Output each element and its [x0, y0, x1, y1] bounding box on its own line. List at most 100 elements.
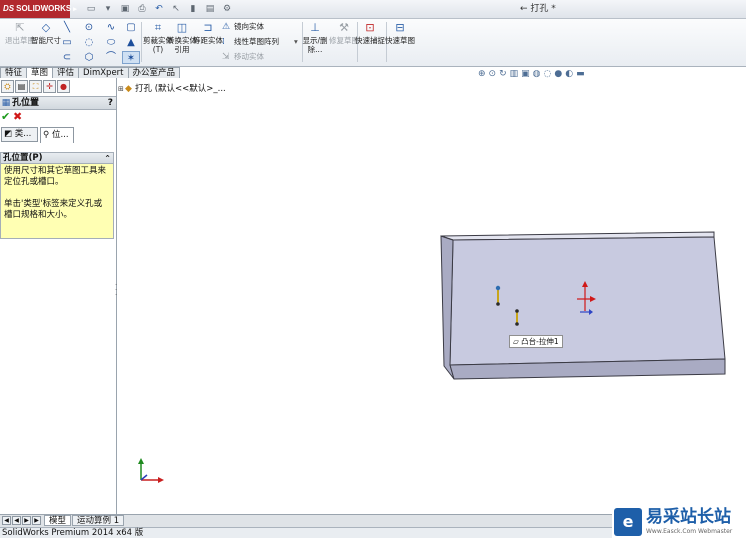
polygon-icon[interactable]: ⬡ — [80, 51, 98, 64]
plate-top-face[interactable] — [449, 236, 726, 366]
help-text-1: 使用尺寸和其它草图工具来定位孔或槽口。 — [4, 166, 107, 187]
next-tab-icon[interactable]: ▶ — [22, 516, 31, 525]
first-tab-icon[interactable]: ◀ — [2, 516, 11, 525]
print-icon[interactable]: ⎙ — [135, 2, 149, 16]
watermark-title: 易采站长站 — [646, 507, 731, 527]
line-icon[interactable]: ╲ — [58, 21, 76, 34]
property-manager-icon[interactable]: ▤ — [15, 80, 28, 93]
last-tab-icon[interactable]: ▶ — [32, 516, 41, 525]
pattern-icon: ⁞ — [222, 37, 225, 47]
point-icon[interactable]: ✶ — [122, 51, 140, 64]
mirror-entities-button[interactable]: ⚠ 镜向实体 — [222, 21, 264, 33]
property-manager-panel: ⛭ ▤ ⛶ ✛ ● ▦ 孔位置 ? ✔ ✖ ◩ 类... ⚲ 位... 孔位置(P… — [0, 78, 117, 514]
trim-icon: ⌗ — [154, 21, 162, 34]
help-text-2: 单击'类型'标签来定义孔或槽口规格和大小。 — [4, 199, 103, 220]
linear-pattern-label: 线性草图阵列 — [234, 37, 279, 46]
move-icon: ⇲ — [222, 52, 230, 62]
offset-icon: ⊐ — [203, 21, 213, 34]
dimxpert-icon[interactable]: ✛ — [43, 80, 56, 93]
new-icon[interactable]: ▭ — [84, 2, 98, 16]
slot-icon[interactable]: ⊂ — [58, 51, 76, 64]
options-icon[interactable]: ⚙ — [220, 2, 234, 16]
quick-access-toolbar: ▭ ▾ ▣ ⎙ ↶ ↖ ▮ ▤ ⚙ — [84, 2, 234, 16]
feature-tooltip: ▱ 凸台-拉伸1 — [509, 335, 563, 348]
configuration-icon[interactable]: ⛶ — [29, 80, 42, 93]
exit-sketch-icon: ⇱ — [15, 21, 25, 34]
status-text: SolidWorks Premium 2014 x64 版 — [2, 528, 144, 538]
rebuild-icon[interactable]: ▮ — [186, 2, 200, 16]
rectangle-icon[interactable]: ▭ — [58, 36, 76, 49]
tab-type[interactable]: ◩ 类... — [1, 127, 38, 142]
save-icon[interactable]: ▣ — [118, 2, 132, 16]
brand-name: SOLIDWORKS — [16, 4, 72, 13]
tooltip-label: 凸台-拉伸1 — [521, 337, 559, 346]
tab-sketch[interactable]: 草图 — [26, 67, 54, 78]
mirror-icon: ⚠ — [222, 22, 231, 32]
hole-position-icon: ▦ — [1, 98, 11, 108]
command-tabs: 特征 草图 评估 DimXpert 办公室产品 — [0, 67, 181, 78]
select-icon[interactable]: ↖ — [169, 2, 183, 16]
tab-navigation: ◀ ◀ ▶ ▶ — [2, 516, 41, 525]
file-props-icon[interactable]: ▤ — [203, 2, 217, 16]
solidworks-logo[interactable]: DS SOLIDWORKS ▸ — [0, 0, 77, 18]
text-icon[interactable]: ▢ — [122, 21, 140, 34]
relations-icon: ⊥ — [310, 21, 320, 34]
tab-dimxpert[interactable]: DimXpert — [78, 67, 129, 78]
move-entities-button[interactable]: ⇲ 移动实体 — [222, 51, 264, 63]
tab-evaluate[interactable]: 评估 — [52, 67, 80, 78]
menu-arrow-icon: ▸ — [73, 6, 77, 13]
help-message-box: 使用尺寸和其它草图工具来定位孔或槽口。 单击'类型'标签来定义孔或槽口规格和大小… — [0, 164, 114, 239]
site-watermark: e 易采站长站 Www.Easck.Com Webmaster — [612, 506, 746, 538]
tab-office-products[interactable]: 办公室产品 — [127, 67, 181, 78]
repair-icon: ⚒ — [339, 21, 349, 34]
position-tab-label: 位... — [51, 130, 69, 140]
smart-dimension-icon: ◇ — [41, 21, 51, 34]
open-icon[interactable]: ▾ — [101, 2, 115, 16]
panel-tab-icons: ⛭ ▤ ⛶ ✛ ● — [0, 80, 117, 94]
undo-icon[interactable]: ↶ — [152, 2, 166, 16]
cancel-button[interactable]: ✖ — [13, 110, 22, 123]
tab-position[interactable]: ⚲ 位... — [40, 127, 74, 143]
display-manager-icon[interactable]: ● — [57, 80, 70, 93]
pm-title: 孔位置 — [12, 98, 40, 108]
snap-icon: ⊡ — [365, 21, 375, 34]
ellipse-icon[interactable]: ⬭ — [102, 36, 120, 49]
quick-snaps-label: 快速捕捉 — [355, 36, 385, 45]
partial-ellipse-icon[interactable]: ⌒ — [102, 51, 120, 64]
smart-dimension-label: 智能尺寸 — [31, 36, 61, 45]
rapid-sketch-button[interactable]: ⊟ 快速草图 — [382, 21, 418, 45]
app-window: DS SOLIDWORKS ▸ ▭ ▾ ▣ ⎙ ↶ ↖ ▮ ▤ ⚙ ← 打孔 * ⇱… — [0, 0, 746, 538]
pm-header: ▦ 孔位置 ? — [0, 96, 116, 110]
convert-icon: ◫ — [176, 21, 188, 34]
graphics-area[interactable]: ⊕ ⊙ ↻ ▥ ▣ ◍ ◌ ● ◐ ▬ ⊞◆ 打孔 (默认<<默认>_... ▱… — [117, 69, 746, 514]
watermark-logo: e — [614, 508, 642, 536]
command-manager: ⇱ 退出草图 ◇ 智能尺寸 ╲ ⊙ ∿ ▢ ▭ ◌ ⬭ ▲ ⊂ ⬡ ⌒ ✶ ⌗ … — [0, 19, 746, 67]
offset-entities-label: 等距实体 — [193, 36, 223, 45]
type-tab-label: 类... — [14, 129, 32, 139]
hole-position-group-header[interactable]: 孔位置(P) ⌃ — [0, 152, 114, 164]
fillet-icon[interactable]: ▲ — [122, 36, 140, 49]
spline-icon[interactable]: ∿ — [102, 21, 120, 34]
extruded-plate-model[interactable] — [117, 78, 746, 514]
reference-triad — [138, 458, 164, 483]
tab-model[interactable]: 模型 — [44, 515, 72, 526]
mirror-entities-label: 镜向实体 — [234, 22, 264, 31]
title-bar: DS SOLIDWORKS ▸ ▭ ▾ ▣ ⎙ ↶ ↖ ▮ ▤ ⚙ ← 打孔 * — [0, 0, 746, 19]
tab-features[interactable]: 特征 — [0, 67, 28, 78]
ds-logo-text: DS — [3, 4, 15, 13]
display-delete-relations-label: 显示/删除... — [302, 36, 328, 54]
collapse-icon[interactable]: ⌃ — [104, 153, 111, 164]
help-button[interactable]: ? — [108, 97, 113, 109]
position-tab-icon: ⚲ — [43, 130, 52, 140]
feature-tree-icon[interactable]: ⛭ — [1, 80, 14, 93]
group-title: 孔位置(P) — [3, 153, 43, 163]
tab-motion-study[interactable]: 运动算例 1 — [72, 515, 125, 526]
ok-button[interactable]: ✔ — [1, 110, 10, 123]
document-title: ← 打孔 * — [520, 4, 556, 14]
linear-pattern-button[interactable]: ⁞ 线性草图阵列 — [222, 36, 279, 48]
offset-entities-button[interactable]: ⊐ 等距实体 — [190, 21, 226, 45]
circle-icon[interactable]: ⊙ — [80, 21, 98, 34]
prev-tab-icon[interactable]: ◀ — [12, 516, 21, 525]
rapid-sketch-icon: ⊟ — [395, 21, 405, 34]
arc-icon[interactable]: ◌ — [80, 36, 98, 49]
